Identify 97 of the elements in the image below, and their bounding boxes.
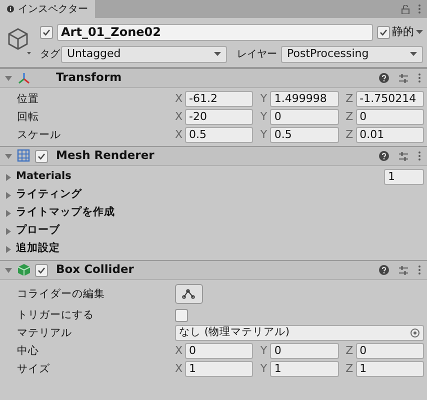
count-field[interactable]: 1: [384, 169, 424, 185]
number-field[interactable]: 1: [185, 361, 254, 377]
axis-label: Y: [260, 360, 268, 377]
number-field[interactable]: -20: [185, 109, 254, 125]
axis-label: Z: [346, 360, 354, 377]
component-header[interactable]: Mesh Renderer: [0, 146, 427, 166]
collapse-arrow-icon[interactable]: [4, 74, 13, 82]
axis-label: X: [175, 126, 183, 143]
expand-arrow-icon[interactable]: [4, 208, 13, 218]
checkbox[interactable]: [377, 26, 390, 38]
static-dropdown[interactable]: 静的: [392, 24, 423, 40]
property-label: Materials: [16, 169, 72, 184]
expand-arrow-icon[interactable]: [4, 172, 13, 182]
checkbox[interactable]: [175, 308, 188, 322]
number-field[interactable]: 0: [270, 109, 339, 125]
axis-label: Z: [346, 126, 354, 143]
property-label: サイズ: [17, 362, 50, 375]
axis-label: X: [175, 342, 183, 359]
dropdown-arrow-icon: [416, 30, 423, 34]
target-icon: [410, 328, 420, 338]
number-field[interactable]: 0: [185, 343, 254, 359]
number-field[interactable]: -1.750214: [356, 91, 424, 107]
property-label: 回転: [17, 110, 39, 123]
axis-gizmo-icon: [17, 71, 31, 85]
edit-collider-button[interactable]: [175, 284, 203, 304]
help-icon: [379, 151, 389, 161]
property-label: コライダーの編集: [17, 288, 105, 300]
collapse-arrow-icon[interactable]: [4, 266, 13, 274]
dropdown-arrow-icon: [410, 52, 417, 56]
axis-label: Y: [260, 342, 268, 359]
checkmark-icon: [379, 28, 388, 36]
more-options-icon: [418, 4, 421, 14]
info-icon: [7, 5, 14, 13]
checkmark-icon: [42, 28, 51, 36]
number-field[interactable]: 0.5: [270, 127, 339, 143]
object-field[interactable]: なし (物理マテリアル): [175, 325, 424, 341]
axis-label: Z: [346, 108, 354, 125]
sliders-icon: [398, 264, 409, 276]
inspector-tab[interactable]: インスペクター: [0, 0, 95, 18]
expand-arrow-icon[interactable]: [4, 244, 13, 254]
edit-shape-icon: [182, 289, 196, 299]
tag-dropdown[interactable]: Untagged: [61, 46, 227, 62]
checkbox[interactable]: [35, 150, 48, 162]
cube-icon: [6, 26, 32, 56]
tag-label: タグ: [40, 48, 61, 62]
more-options-icon: [418, 73, 421, 83]
help-icon: [379, 73, 389, 83]
more-options-icon: [418, 151, 421, 161]
property-label: 中心: [17, 344, 39, 357]
axis-label: Z: [346, 342, 354, 359]
number-field[interactable]: 1.499998: [270, 91, 339, 107]
property-label: マテリアル: [17, 326, 72, 339]
component-title: Box Collider: [56, 261, 134, 278]
component-title: Transform: [56, 69, 122, 86]
sliders-icon: [398, 72, 409, 84]
number-field[interactable]: 0.5: [185, 127, 254, 143]
axis-label: Y: [260, 126, 268, 143]
property-label: トリガーにする: [17, 308, 94, 321]
checkmark-icon: [37, 266, 46, 274]
lock-icon: [401, 4, 410, 14]
collapse-arrow-icon[interactable]: [4, 152, 13, 160]
number-field[interactable]: 1: [356, 361, 424, 377]
number-field[interactable]: 0: [356, 109, 424, 125]
dropdown-arrow-icon: [214, 52, 221, 56]
expand-arrow-icon[interactable]: [4, 190, 13, 200]
number-field[interactable]: 1: [270, 361, 339, 377]
axis-label: Z: [346, 90, 354, 107]
checkbox[interactable]: [40, 26, 53, 38]
name-field[interactable]: Art_01_Zone02: [57, 24, 373, 40]
property-label: ライティング: [16, 187, 82, 202]
number-field[interactable]: 0: [356, 343, 424, 359]
checkmark-icon: [37, 152, 46, 160]
layer-dropdown[interactable]: PostProcessing: [281, 46, 423, 62]
axis-label: X: [175, 90, 183, 107]
axis-label: X: [175, 108, 183, 125]
property-label: 追加設定: [16, 241, 60, 256]
sliders-icon: [398, 150, 409, 162]
component-header[interactable]: Box Collider: [0, 260, 427, 280]
axis-label: X: [175, 360, 183, 377]
cube-icon: [17, 263, 31, 277]
expand-arrow-icon[interactable]: [4, 226, 13, 236]
axis-label: Y: [260, 108, 268, 125]
layer-label: レイヤー: [237, 48, 277, 62]
number-field[interactable]: 0.01: [356, 127, 424, 143]
axis-label: Y: [260, 90, 268, 107]
number-field[interactable]: 0: [270, 343, 339, 359]
more-options-icon: [418, 265, 421, 275]
property-label: プローブ: [16, 223, 60, 238]
component-header[interactable]: Transform: [0, 68, 427, 88]
property-label: スケール: [17, 128, 61, 141]
help-icon: [379, 265, 389, 275]
grid-icon: [17, 149, 31, 163]
number-field[interactable]: -61.2: [185, 91, 254, 107]
property-label: ライトマップを作成: [16, 205, 115, 220]
component-title: Mesh Renderer: [56, 147, 154, 164]
checkbox[interactable]: [35, 264, 48, 276]
property-label: 位置: [17, 92, 39, 105]
